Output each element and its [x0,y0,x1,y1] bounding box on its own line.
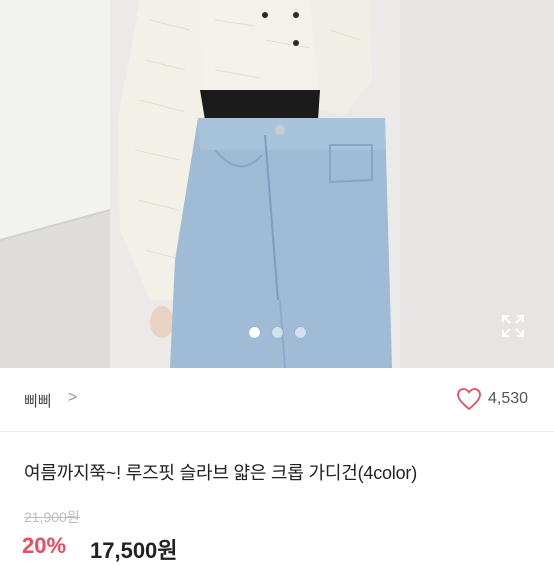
like-button[interactable]: 4,530 [456,387,528,411]
slide-indicator [0,327,554,338]
store-row[interactable]: 삐삐 > 4,530 [0,368,554,432]
discount-rate: 20% [22,533,67,558]
heart-outline-icon [457,388,481,411]
store-name[interactable]: 삐삐 [24,390,52,411]
chevron-right-icon: > [68,389,78,406]
slide-dot-2[interactable] [271,327,283,338]
product-photo [0,0,554,368]
original-price: 21,900원 [24,509,80,525]
product-title: 여름까지쭉~! 루즈핏 슬라브 얇은 크롭 가디건(4color) [24,463,418,483]
expand-icon[interactable] [500,313,526,339]
like-count: 4,530 [488,390,529,407]
slide-dot-1[interactable] [248,327,260,338]
sale-price: 17,500원 [90,538,178,563]
product-image[interactable] [0,0,554,368]
slide-dot-3[interactable] [294,327,306,338]
